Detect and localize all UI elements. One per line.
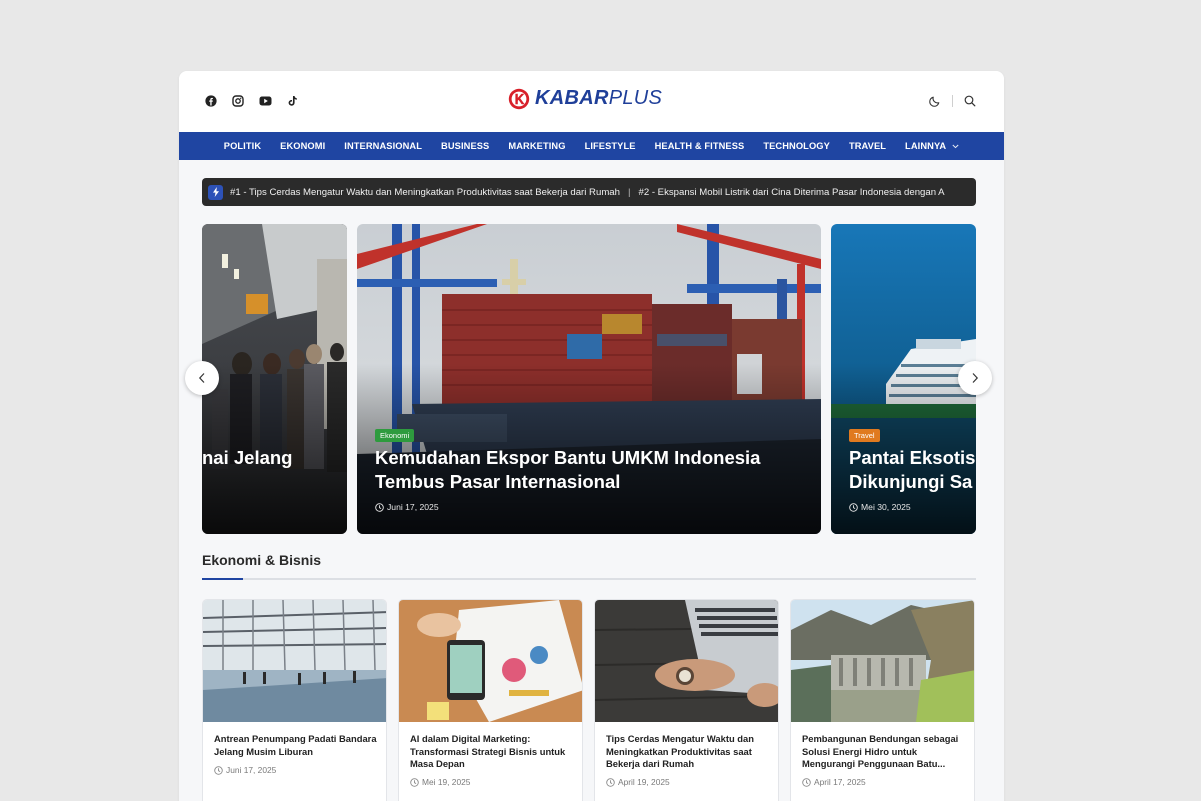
nav-item-internasional[interactable]: INTERNASIONAL [344,141,422,151]
section-divider-accent [202,578,243,580]
site-header: KABARPLUS [179,71,1004,132]
ticker-divider: | [627,186,631,198]
moon-icon[interactable] [928,94,942,108]
clock-icon [802,777,811,787]
logo-mark-icon [508,88,530,109]
facebook-icon[interactable] [204,94,218,108]
slide-card[interactable]: Ekonomi Kemudahan Ekspor Bantu UMKM Indo… [357,224,821,534]
tiktok-icon[interactable] [285,94,299,108]
social-links [204,94,299,108]
site-logo[interactable]: KABARPLUS [508,87,662,110]
news-ticker: #1 - Tips Cerdas Mengatur Waktu dan Meni… [202,178,976,206]
nav-item-health-fitness[interactable]: HEALTH & FITNESS [655,141,745,151]
article-thumbnail [595,600,778,722]
slider-next-button[interactable] [958,361,992,395]
slide-title[interactable]: nai Jelang [202,446,292,470]
article-date: April 17, 2025 [802,777,866,787]
article-card[interactable]: Pembangunan Bendungan sebagai Solusi Ene… [790,599,975,801]
article-title[interactable]: Tips Cerdas Mengatur Waktu dan Meningkat… [606,733,771,771]
clock-icon [606,777,615,787]
nav-item-ekonomi[interactable]: EKONOMI [280,141,325,151]
page-frame: KABARPLUS POLITIK EKONOMI INTERNASIONAL … [179,71,1004,801]
chevron-right-icon [972,373,979,383]
slide-title[interactable]: Pantai Eksotis Dikunjungi Sa [849,446,975,494]
nav-item-lainnya[interactable]: LAINNYA [905,141,959,151]
youtube-icon[interactable] [258,94,272,108]
article-title[interactable]: Antrean Penumpang Padati Bandara Jelang … [214,733,379,758]
article-card[interactable]: Tips Cerdas Mengatur Waktu dan Meningkat… [594,599,779,801]
article-grid: Antrean Penumpang Padati Bandara Jelang … [202,599,975,801]
clock-icon [375,502,384,512]
nav-item-business[interactable]: BUSINESS [441,141,489,151]
featured-slider: nai Jelang Ekonomi Kemudahan Ekspor Bant… [202,224,976,534]
header-tools [928,94,977,108]
nav-item-lifestyle[interactable]: LIFESTYLE [585,141,636,151]
instagram-icon[interactable] [231,94,245,108]
article-thumbnail [791,600,974,722]
category-badge[interactable]: Ekonomi [375,429,415,442]
chevron-left-icon [198,373,205,383]
search-icon[interactable] [963,94,977,108]
slider-prev-button[interactable] [185,361,219,395]
article-title[interactable]: Pembangunan Bendungan sebagai Solusi Ene… [802,733,967,771]
ticker-item[interactable]: #1 - Tips Cerdas Mengatur Waktu dan Meni… [230,187,620,198]
logo-text: KABARPLUS [535,87,663,109]
category-badge[interactable]: Travel [849,429,880,442]
slide-card[interactable]: nai Jelang [202,224,347,534]
chevron-down-icon [952,142,959,151]
clock-icon [849,502,858,512]
ticker-items: #1 - Tips Cerdas Mengatur Waktu dan Meni… [230,187,945,198]
clock-icon [214,765,223,775]
nav-item-technology[interactable]: TECHNOLOGY [763,141,830,151]
lightning-icon [208,184,223,200]
article-title[interactable]: AI dalam Digital Marketing: Transformasi… [410,733,575,771]
nav-item-marketing[interactable]: MARKETING [508,141,565,151]
article-card[interactable]: AI dalam Digital Marketing: Transformasi… [398,599,583,801]
article-card[interactable]: Antrean Penumpang Padati Bandara Jelang … [202,599,387,801]
article-thumbnail [399,600,582,722]
section-title[interactable]: Ekonomi & Bisnis [202,552,321,568]
slide-card[interactable]: Travel Pantai Eksotis Dikunjungi Sa Mei … [831,224,976,534]
clock-icon [410,777,419,787]
slide-date: Mei 30, 2025 [849,502,911,512]
slide-date: Juni 17, 2025 [375,502,439,512]
article-date: Mei 19, 2025 [410,777,470,787]
ticker-item[interactable]: #2 - Ekspansi Mobil Listrik dari Cina Di… [638,187,944,198]
nav-item-politik[interactable]: POLITIK [224,141,261,151]
nav-item-lainnya-label: LAINNYA [905,141,947,151]
slide-overlay [202,224,347,534]
tools-divider [952,95,953,107]
article-thumbnail [203,600,386,722]
slide-title[interactable]: Kemudahan Ekspor Bantu UMKM Indonesia Te… [375,446,760,494]
section-divider [202,578,976,580]
article-date: Juni 17, 2025 [214,765,276,775]
nav-item-travel[interactable]: TRAVEL [849,141,886,151]
article-date: April 19, 2025 [606,777,670,787]
main-nav: POLITIK EKONOMI INTERNASIONAL BUSINESS M… [179,132,1004,160]
